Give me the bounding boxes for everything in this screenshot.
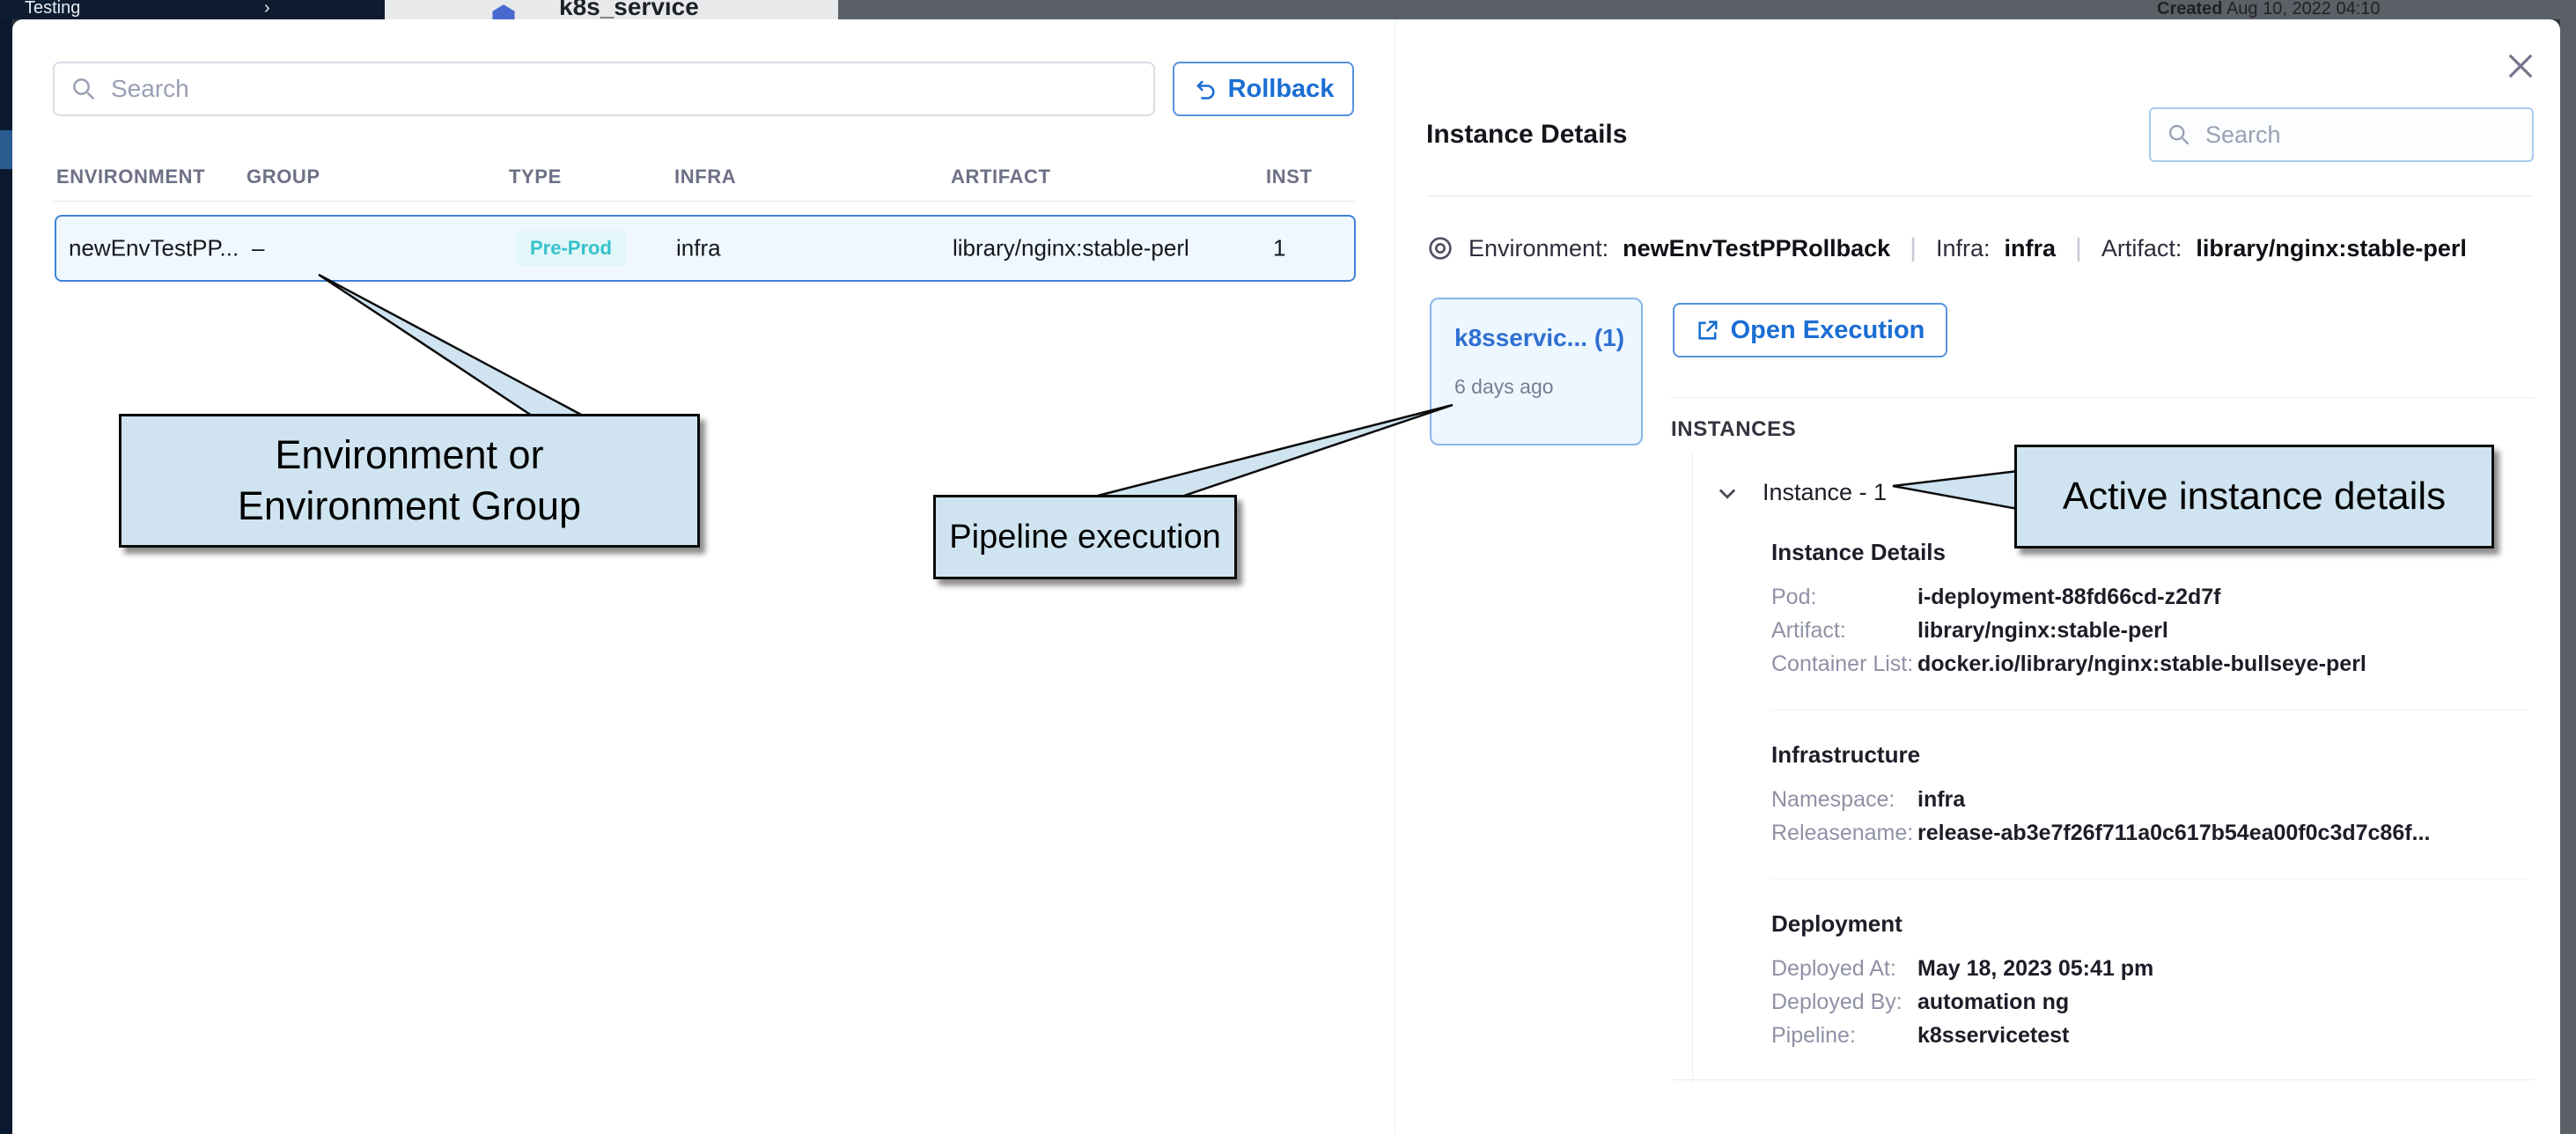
rollback-button[interactable]: Rollback: [1173, 62, 1354, 116]
environment-icon: [1426, 234, 1454, 262]
instances-divider: [1671, 397, 2534, 398]
field-value: release-ab3e7f26f711a0c617b54ea00f0c3d7c…: [1917, 821, 2430, 846]
service-cube-icon: [490, 4, 517, 19]
field-label: Deployed By:: [1771, 990, 1903, 1015]
artifact-label: Artifact:: [2101, 235, 2182, 262]
row-infra: infra: [676, 235, 721, 262]
created-value: Aug 10, 2022 04:10: [2226, 0, 2381, 18]
screen: Testing › k8s_service Created Aug 10, 20…: [0, 0, 2576, 1134]
section-divider: [1771, 879, 2528, 880]
callout-active-instance: Active instance details: [2014, 445, 2494, 549]
chevron-down-icon: [1715, 481, 1740, 505]
external-link-icon: [1696, 318, 1720, 342]
field-label: Pipeline:: [1771, 1023, 1856, 1049]
deployment-summary: Environment: newEnvTestPPRollback | Infr…: [1426, 231, 2467, 266]
field-label: Namespace:: [1771, 787, 1895, 813]
table-header-divider: [53, 201, 1356, 202]
panel-header-divider: [1426, 195, 2534, 196]
summary-separator: |: [1904, 233, 1922, 263]
field-label: Deployed At:: [1771, 956, 1896, 982]
background-breadcrumb-bar: Testing ›: [0, 0, 385, 19]
instance-search[interactable]: [2149, 107, 2534, 162]
callout-pipeline-execution: Pipeline execution: [933, 495, 1237, 579]
created-label: Created: [2157, 0, 2222, 18]
execution-name: k8sservic...: [1454, 324, 1587, 351]
field-label: Pod:: [1771, 585, 1816, 610]
environment-search-input[interactable]: [109, 74, 1137, 104]
col-environment: ENVIRONMENT: [56, 166, 205, 188]
infra-value: infra: [2005, 235, 2057, 262]
callout-environment: Environment or Environment Group: [119, 414, 700, 548]
instance-title: Instance - 1: [1763, 479, 1887, 506]
execution-time: 6 days ago: [1454, 375, 1554, 399]
field-label: Container List:: [1771, 652, 1913, 677]
instance-search-input[interactable]: [2204, 121, 2516, 150]
field-value: May 18, 2023 05:41 pm: [1917, 956, 2153, 982]
environment-label: Environment:: [1468, 235, 1608, 262]
col-group: GROUP: [247, 166, 320, 188]
field-value: automation ng: [1917, 990, 2069, 1015]
field-label: Releasename:: [1771, 821, 1913, 846]
open-execution-button[interactable]: Open Execution: [1673, 303, 1947, 357]
background-service-header: k8s_service: [385, 0, 838, 19]
open-execution-label: Open Execution: [1731, 316, 1925, 345]
panel-title: Instance Details: [1426, 120, 1627, 150]
section-heading-instance-details: Instance Details: [1771, 539, 1946, 566]
service-title: k8s_service: [559, 0, 699, 19]
rollback-icon: [1193, 77, 1218, 101]
row-group: –: [252, 235, 264, 262]
artifact-value: library/nginx:stable-perl: [2196, 235, 2467, 262]
search-icon: [70, 76, 97, 102]
execution-count: (1): [1594, 324, 1624, 351]
callout-environment-line1: Environment or: [275, 430, 543, 481]
callout-instance-text: Active instance details: [2063, 475, 2446, 519]
col-artifact: ARTIFACT: [951, 166, 1051, 188]
created-timestamp: Created Aug 10, 2022 04:10: [2157, 0, 2571, 18]
environment-search[interactable]: [53, 62, 1155, 116]
environment-value: newEnvTestPPRollback: [1623, 235, 1890, 262]
callout-pipeline-text: Pipeline execution: [949, 519, 1220, 556]
field-value: library/nginx:stable-perl: [1917, 618, 2168, 644]
field-value: infra: [1917, 787, 1965, 813]
section-heading-deployment: Deployment: [1771, 910, 1903, 938]
rollback-label: Rollback: [1228, 75, 1335, 104]
row-environment: newEnvTestPP...: [69, 235, 239, 262]
instances-heading: INSTANCES: [1671, 417, 1796, 442]
instance-panel-guide: [1692, 453, 1693, 1083]
search-icon: [2167, 122, 2191, 147]
callout-environment-line2: Environment Group: [238, 481, 581, 532]
instance-bottom-divider: [1673, 1079, 2534, 1080]
background-right-strip: [2560, 19, 2576, 1134]
table-row-environment[interactable]: newEnvTestPP... – Pre-Prod infra library…: [55, 215, 1356, 282]
col-infra: INFRA: [674, 166, 736, 188]
infra-label: Infra:: [1936, 235, 1991, 262]
breadcrumb: Testing: [25, 0, 80, 18]
field-value: k8sservicetest: [1917, 1023, 2069, 1049]
row-type-badge: Pre-Prod: [516, 231, 626, 266]
section-heading-infrastructure: Infrastructure: [1771, 741, 1920, 769]
col-inst: INST: [1266, 166, 1313, 188]
close-icon[interactable]: [2502, 48, 2539, 85]
col-type: TYPE: [509, 166, 562, 188]
field-label: Artifact:: [1771, 618, 1846, 644]
breadcrumb-separator: ›: [264, 0, 270, 18]
pipeline-execution-card[interactable]: k8sservic... (1) 6 days ago: [1430, 298, 1643, 446]
row-inst-count: 1: [1273, 235, 1285, 262]
summary-separator: |: [2070, 233, 2087, 263]
background-sidebar-active-item: [0, 130, 12, 169]
section-divider: [1771, 710, 2528, 711]
row-artifact: library/nginx:stable-perl: [953, 235, 1189, 262]
background-sidebar-strip: [0, 19, 12, 1134]
field-value: docker.io/library/nginx:stable-bullseye-…: [1917, 652, 2366, 677]
field-value: i-deployment-88fd66cd-z2d7f: [1917, 585, 2221, 610]
